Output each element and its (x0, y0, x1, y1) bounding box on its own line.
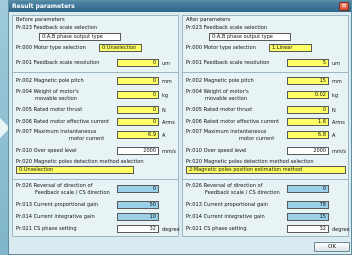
weight-label-sub: movable section (205, 96, 247, 102)
unit-label: Arms (162, 120, 175, 126)
feedback-resolution-field[interactable]: 5 (287, 59, 329, 67)
ok-button[interactable]: OK (314, 242, 350, 252)
pole-pitch-field[interactable]: 15 (287, 77, 329, 85)
reversal-label: Pr.026 Reversal of direction of (16, 183, 93, 189)
reversal-label: Pr.026 Reversal of direction of (186, 183, 263, 189)
unit-label: N (162, 108, 166, 114)
integrative-gain-field[interactable]: 15 (287, 213, 329, 221)
feedback-resolution-field[interactable]: 0 (117, 59, 159, 67)
max-current-label-sub: motor current (239, 136, 275, 142)
weight-field[interactable]: 0 (117, 91, 159, 99)
max-current-field[interactable]: 6.9 (117, 131, 159, 139)
unit-label: degree (332, 227, 350, 233)
feedback-resolution-label: Pr.001 Feedback scale resolution (16, 60, 100, 66)
cs-phase-field[interactable]: 32 (117, 225, 159, 233)
feedback-resolution-label: Pr.001 Feedback scale resolution (186, 60, 270, 66)
dialog-titlebar: Result parameters ✕ (9, 1, 351, 12)
reversal-field[interactable]: 0 (287, 185, 329, 193)
close-icon[interactable]: ✕ (339, 2, 349, 11)
weight-label: Pr.004 Weight of motor's (186, 89, 249, 95)
unit-label: mm (162, 79, 172, 85)
proportional-gain-field[interactable]: 78 (287, 201, 329, 209)
overspeed-label: Pr.010 Over speed level (186, 148, 247, 154)
weight-label: Pr.004 Weight of motor's (16, 89, 79, 95)
pole-detection-label: Pr.020 Magnetic poles detection method s… (186, 159, 314, 165)
unit-label: mm/s (162, 149, 177, 155)
overspeed-field[interactable]: 2000 (287, 147, 329, 155)
integrative-gain-label: Pr.014 Current integrative gain (16, 214, 95, 220)
divider (183, 179, 348, 180)
pole-detection-field[interactable]: 2:Magnetic poles position estimation met… (186, 166, 346, 174)
after-parameters-panel: After parameters Pr.023 Feedback scale s… (182, 15, 350, 237)
unit-label: N (332, 108, 336, 114)
cs-phase-field[interactable]: 32 (287, 225, 329, 233)
weight-field[interactable]: 0.02 (287, 91, 329, 99)
unit-label: A (332, 133, 336, 139)
overspeed-field[interactable]: 2000 (117, 147, 159, 155)
motor-type-label: Pr.000 Motor type selection (16, 45, 86, 51)
cs-phase-label: Pr.021 CS phase setting (186, 226, 247, 232)
reversal-label-sub: Feedback scale / CS direction (205, 190, 280, 196)
pole-detection-label: Pr.020 Magnetic poles detection method s… (16, 159, 144, 165)
motor-type-label: Pr.000 Motor type selection (186, 45, 256, 51)
unit-label: Arms (332, 120, 345, 126)
before-parameters-panel: Before parameters Pr.023 Feedback scale … (12, 15, 180, 237)
unit-label: mm (332, 79, 342, 85)
divider (13, 179, 178, 180)
rated-current-field[interactable]: 1.6 (287, 118, 329, 126)
proportional-gain-label: Pr.013 Current proportional gain (186, 202, 269, 208)
unit-label: A (162, 133, 166, 139)
reversal-label-sub: Feedback scale / CS direction (35, 190, 110, 196)
feedback-scale-field[interactable]: 0:A,B phase output type (39, 33, 121, 41)
feedback-scale-label: Pr.023 Feedback scale selection (16, 25, 98, 31)
panel-title: Before parameters (16, 17, 65, 23)
pole-pitch-label: Pr.002 Magnetic pole pitch (186, 78, 254, 84)
pole-pitch-label: Pr.002 Magnetic pole pitch (16, 78, 84, 84)
divider (13, 72, 178, 73)
pole-pitch-field[interactable]: 0 (117, 77, 159, 85)
motor-type-field[interactable]: 0:Unselection (99, 44, 142, 52)
weight-label-sub: movable section (35, 96, 77, 102)
result-parameters-dialog: Result parameters ✕ Before parameters Pr… (8, 0, 352, 255)
rated-current-field[interactable]: 0 (117, 118, 159, 126)
cs-phase-label: Pr.021 CS phase setting (16, 226, 77, 232)
unit-label: um (332, 61, 341, 67)
rated-thrust-label: Pr.005 Rated motor thrust (186, 107, 253, 113)
max-current-field[interactable]: 6.8 (287, 131, 329, 139)
unit-label: degree (162, 227, 180, 233)
max-current-label: Pr.007 Maximum instantaneous (16, 129, 97, 135)
divider (183, 72, 348, 73)
rated-thrust-label: Pr.005 Rated motor thrust (16, 107, 83, 113)
overspeed-label: Pr.010 Over speed level (16, 148, 77, 154)
rated-thrust-field[interactable]: 0 (117, 106, 159, 114)
max-current-label-sub: motor current (69, 136, 105, 142)
unit-label: kg (332, 93, 339, 99)
integrative-gain-field[interactable]: 10 (117, 213, 159, 221)
reversal-field[interactable]: 0 (117, 185, 159, 193)
unit-label: kg (162, 93, 169, 99)
panel-title: After parameters (186, 17, 231, 23)
dialog-title: Result parameters (12, 3, 75, 10)
feedback-scale-field[interactable]: 0:A,B phase output type (209, 33, 291, 41)
max-current-label: Pr.007 Maximum instantaneous (186, 129, 267, 135)
unit-label: um (162, 61, 171, 67)
proportional-gain-field[interactable]: 50 (117, 201, 159, 209)
motor-type-field[interactable]: 1:Linear (269, 44, 312, 52)
feedback-scale-label: Pr.023 Feedback scale selection (186, 25, 268, 31)
rated-thrust-field[interactable]: 0 (287, 106, 329, 114)
unit-label: mm/s (332, 149, 347, 155)
proportional-gain-label: Pr.013 Current proportional gain (16, 202, 99, 208)
rated-current-label: Pr.006 Rated motor effective current (16, 119, 110, 125)
pole-detection-field[interactable]: 0:Unselection (16, 166, 134, 174)
integrative-gain-label: Pr.014 Current integrative gain (186, 214, 265, 220)
rated-current-label: Pr.006 Rated motor effective current (186, 119, 280, 125)
